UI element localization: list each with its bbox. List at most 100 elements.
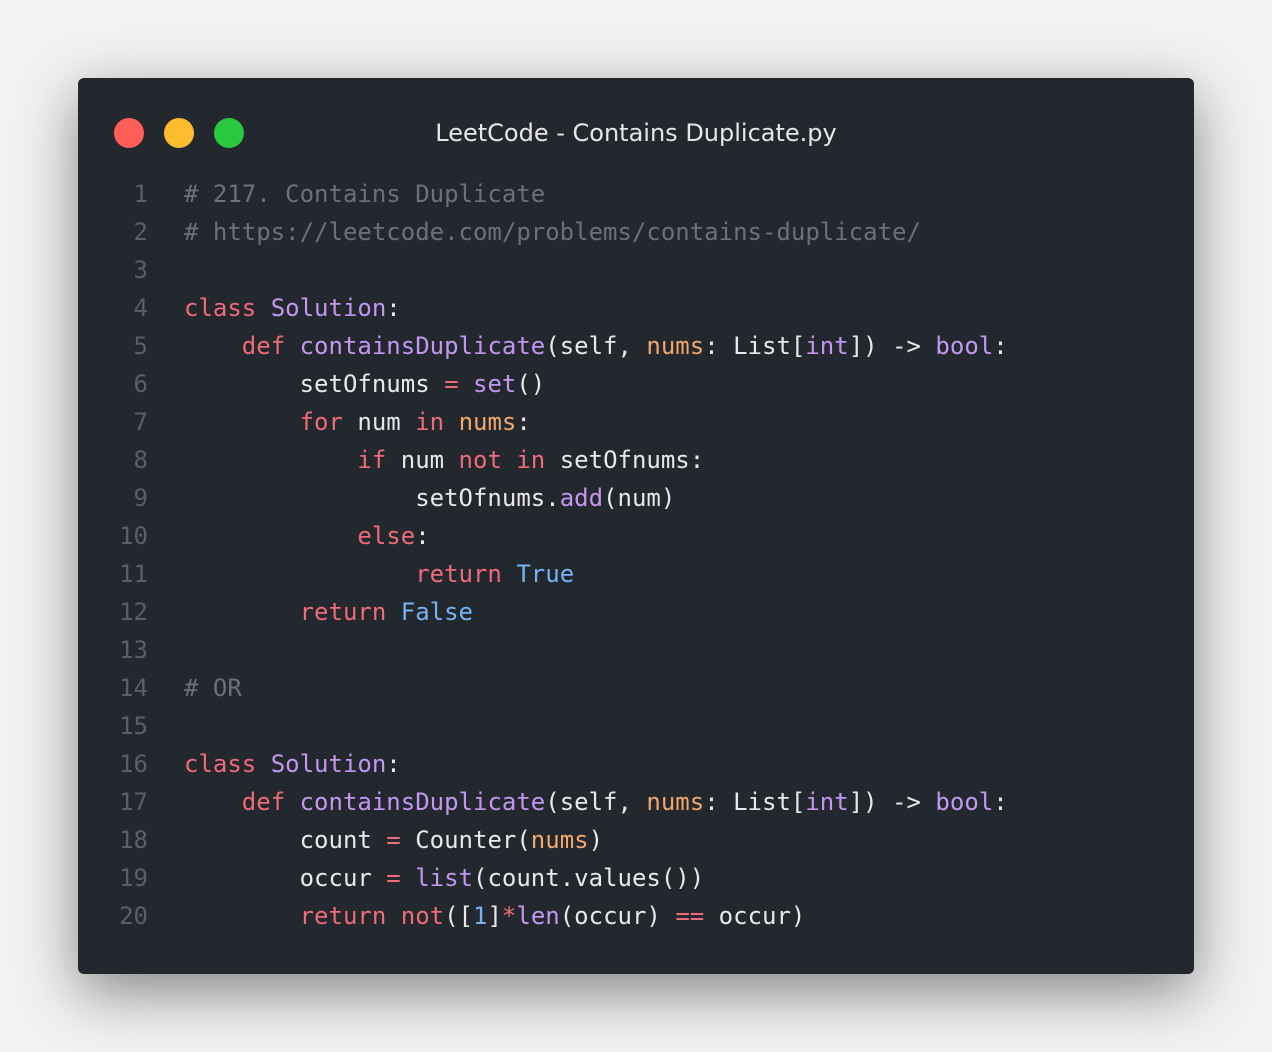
code-token-op: * (501, 902, 517, 930)
code-line: 1 # 217. Contains Duplicate (78, 175, 1194, 213)
code-token-text: : (516, 408, 531, 436)
code-text: def containsDuplicate(self, nums: List[i… (184, 327, 1008, 365)
line-number: 16 (119, 750, 148, 778)
code-token-text: (self, (545, 332, 647, 360)
code-line: 12 return False (78, 593, 1194, 631)
code-token-text: : List[ (704, 788, 806, 816)
line-number: 2 (133, 218, 148, 246)
code-text: class Solution: (184, 745, 401, 783)
code-token-text: (num) (603, 484, 676, 512)
code-token-class: Solution (270, 750, 387, 778)
code-line: 10 else: (78, 517, 1194, 555)
code-line: 8 if num not in setOfnums: (78, 441, 1194, 479)
code-line: 20 return not([1]*len(occur) == occur) (78, 897, 1194, 935)
code-token-builtin: bool (935, 788, 994, 816)
line-number: 1 (133, 180, 148, 208)
line-number: 9 (133, 484, 148, 512)
code-token-text: occur) (704, 902, 806, 930)
code-token-op: = (444, 370, 459, 398)
code-text: return False (184, 593, 473, 631)
code-token-text: : (993, 332, 1008, 360)
code-token-keyword: in (415, 408, 445, 436)
code-token-param: nums (646, 332, 705, 360)
code-line: 9 setOfnums.add(num) (78, 479, 1194, 517)
line-number: 12 (119, 598, 148, 626)
code-token-keyword: not (400, 902, 445, 930)
code-token-keyword: return (415, 560, 502, 588)
line-number: 4 (133, 294, 148, 322)
code-token-text: ) (588, 826, 604, 854)
code-token-text: num (386, 446, 459, 474)
code-token-op: == (675, 902, 705, 930)
code-line: 6 setOfnums = set() (78, 365, 1194, 403)
code-token-keyword: else (357, 522, 416, 550)
code-token-keyword: def (241, 332, 286, 360)
code-token-keyword: return (299, 902, 387, 930)
code-text: class Solution: (184, 289, 401, 327)
code-token-text: Counter( (400, 826, 531, 854)
code-token-builtin: int (805, 788, 849, 816)
code-text: # https://leetcode.com/problems/contains… (184, 213, 921, 251)
line-number: 18 (119, 826, 148, 854)
code-token-text: ] (487, 902, 502, 930)
code-token-func: add (559, 484, 604, 512)
code-text: occur = list(count.values()) (184, 859, 705, 897)
code-token-text: setOfnums: (545, 446, 705, 474)
code-token-const: 1 (473, 902, 488, 930)
code-text: count = Counter(nums) (184, 821, 603, 859)
code-token-keyword: in (516, 446, 546, 474)
code-token-keyword: class (184, 750, 257, 778)
code-text: else: (184, 517, 429, 555)
code-token-text: occur (184, 864, 387, 892)
code-token-keyword: if (357, 446, 387, 474)
code-text: for num in nums: (184, 403, 531, 441)
title-bar: LeetCode - Contains Duplicate.py (78, 78, 1194, 188)
code-token-keyword: not (458, 446, 502, 474)
code-line: 15 (78, 707, 1194, 745)
code-token-param: nums (646, 788, 705, 816)
line-number: 5 (133, 332, 148, 360)
code-token-text: () (516, 370, 546, 398)
line-number: 15 (119, 712, 148, 740)
code-token-const: False (400, 598, 473, 626)
code-token-func: containsDuplicate (299, 788, 546, 816)
line-number: 10 (119, 522, 148, 550)
code-text: if num not in setOfnums: (184, 441, 704, 479)
code-token-param: nums (458, 408, 517, 436)
code-line: 2 # https://leetcode.com/problems/contain… (78, 213, 1194, 251)
code-token-text: setOfnums. (184, 484, 560, 512)
line-number: 7 (133, 408, 148, 436)
code-token-builtin: list (415, 864, 473, 892)
line-number: 19 (119, 864, 148, 892)
code-text: return True (184, 555, 574, 593)
code-token-const: True (516, 560, 575, 588)
line-number: 20 (119, 902, 148, 930)
code-token-keyword: class (184, 294, 257, 322)
line-number: 13 (119, 636, 148, 664)
code-window: LeetCode - Contains Duplicate.py 1 # 217.… (78, 78, 1194, 974)
code-token-text: num (342, 408, 416, 436)
line-number: 11 (119, 560, 148, 588)
code-token-text: ([ (444, 902, 474, 930)
code-token-text: ]) -> (848, 332, 936, 360)
code-editor[interactable]: 1 # 217. Contains Duplicate 2 # https://lee… (78, 175, 1194, 935)
code-token-op: = (386, 864, 401, 892)
code-token-comment: # 217. Contains Duplicate (184, 180, 546, 208)
code-token-builtin: set (473, 370, 517, 398)
line-number: 8 (133, 446, 148, 474)
code-line: 7 for num in nums: (78, 403, 1194, 441)
